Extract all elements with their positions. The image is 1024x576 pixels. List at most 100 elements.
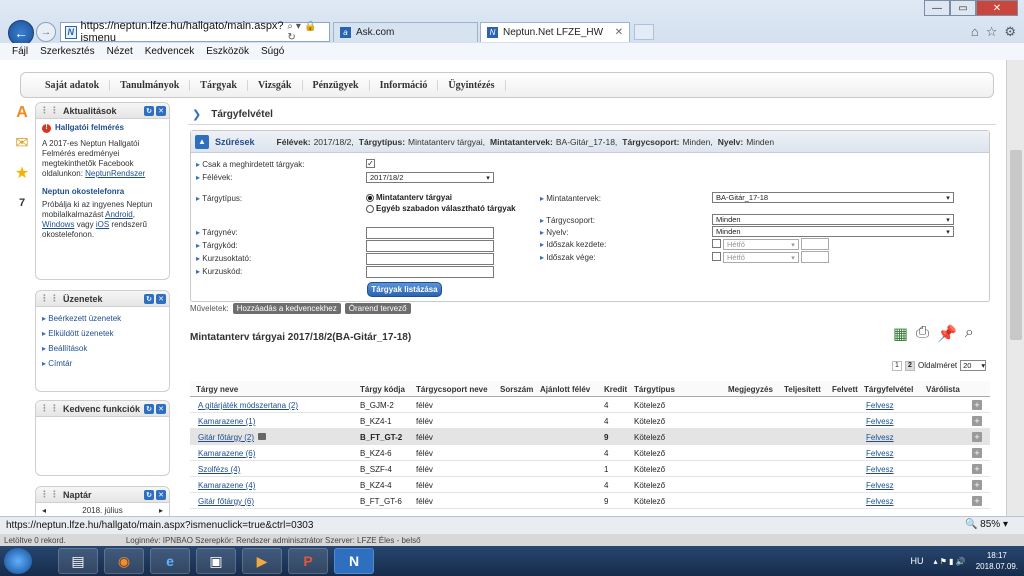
felvesz-link[interactable]: Felvesz xyxy=(866,497,894,506)
mainmenu-penzugyek[interactable]: Pénzügyek xyxy=(303,79,370,91)
col-targyfelvetel[interactable]: Tárgyfelvétel xyxy=(864,385,913,394)
media-taskbar-icon[interactable]: ▶ xyxy=(242,548,282,574)
expand-row-icon[interactable]: + xyxy=(972,432,982,442)
facebook-link[interactable]: NeptunRendszer xyxy=(85,169,145,178)
mainmenu-sajat-adatok[interactable]: Saját adatok xyxy=(35,79,111,91)
close-icon[interactable]: ✕ xyxy=(156,293,166,304)
expand-row-icon[interactable]: + xyxy=(972,464,982,474)
maximize-button[interactable]: ▭ xyxy=(950,0,976,16)
mainmenu-informacio[interactable]: Információ xyxy=(370,79,439,91)
menu-edit[interactable]: Szerkesztés xyxy=(40,46,94,57)
add-to-favorites-button[interactable]: Hozzáadás a kedvencekhez xyxy=(232,303,341,314)
android-link[interactable]: Android xyxy=(105,210,133,219)
targycsoport-select[interactable]: Minden ▾ xyxy=(712,214,954,225)
idoszak-kezdete-checkbox[interactable] xyxy=(712,239,721,248)
refresh-icon[interactable]: ↻ xyxy=(144,293,154,304)
settings-gear-icon[interactable]: ⚙ xyxy=(1004,24,1016,40)
idoszak-vege-time-input[interactable] xyxy=(801,251,829,263)
news-item2-title[interactable]: Neptun okostelefonra xyxy=(42,187,163,197)
expand-row-icon[interactable]: + xyxy=(972,480,982,490)
powerpoint-taskbar-icon[interactable]: P xyxy=(288,548,328,574)
close-icon[interactable]: ✕ xyxy=(156,489,166,500)
subject-name-link[interactable]: Szolfézs (4) xyxy=(198,465,240,474)
home-icon[interactable]: ⌂ xyxy=(971,24,979,40)
subject-name-link[interactable]: Kamarazene (4) xyxy=(198,481,255,490)
csak-checkbox[interactable]: ✓ xyxy=(366,159,375,168)
subject-name-link[interactable]: Kamarazene (6) xyxy=(198,449,255,458)
save-taskbar-icon[interactable]: ▣ xyxy=(196,548,236,574)
mainmenu-ugyintezes[interactable]: Ügyintézés xyxy=(438,79,506,91)
felvesz-link[interactable]: Felvesz xyxy=(866,417,894,426)
ie-taskbar-icon[interactable]: e xyxy=(150,548,190,574)
close-icon[interactable]: ✕ xyxy=(156,105,166,116)
neptun-taskbar-icon[interactable]: N xyxy=(334,548,374,574)
col-kredit[interactable]: Kredit xyxy=(604,385,627,394)
refresh-icon[interactable]: ↻ xyxy=(144,403,154,414)
subject-name-link[interactable]: Gitár főtárgy (6) xyxy=(198,497,254,506)
col-varolista[interactable]: Várólista xyxy=(926,385,960,394)
mainmenu-tanulmanyok[interactable]: Tanulmányok xyxy=(110,79,191,91)
address-tools-icon[interactable]: ⌕▾🔒↻ xyxy=(287,21,325,43)
col-targy-neve[interactable]: Tárgy neve xyxy=(196,385,238,394)
col-felvett[interactable]: Felvett xyxy=(832,385,858,394)
drag-handle-icon[interactable]: ⋮⋮ xyxy=(40,105,60,116)
col-megjegyzes[interactable]: Megjegyzés xyxy=(728,385,773,394)
start-button[interactable] xyxy=(4,548,32,574)
idoszak-kezdete-time-input[interactable] xyxy=(801,238,829,250)
tab-ask[interactable]: a Ask.com xyxy=(333,22,478,42)
messages-settings-link[interactable]: Beállítások xyxy=(42,344,163,354)
kurzuskod-input[interactable] xyxy=(366,266,494,278)
messages-directory-link[interactable]: Címtár xyxy=(42,359,163,369)
idoszak-kezdete-day-select[interactable]: Hétfő ▾ xyxy=(723,239,799,250)
font-size-icon[interactable]: A xyxy=(12,102,32,124)
felvesz-link[interactable]: Felvesz xyxy=(866,433,894,442)
felvesz-link[interactable]: Felvesz xyxy=(866,465,894,474)
excel-export-icon[interactable]: ▦ xyxy=(893,324,908,344)
search-icon[interactable]: ⌕ xyxy=(965,324,974,344)
news-item-title[interactable]: ! Hallgatói felmérés xyxy=(42,123,163,133)
nyelv-select[interactable]: Minden ▾ xyxy=(712,226,954,237)
close-window-button[interactable]: ✕ xyxy=(976,0,1018,16)
menu-help[interactable]: Súgó xyxy=(261,46,284,57)
mintatantervek-select[interactable]: BA-Gitár_17-18 ▾ xyxy=(712,192,954,203)
tray-icons[interactable]: ▴ ⚑ ▮ 🔊 xyxy=(934,557,966,566)
collapse-filter-icon[interactable]: ▲ xyxy=(195,134,209,149)
expand-row-icon[interactable]: + xyxy=(972,400,982,410)
minimize-button[interactable]: — xyxy=(924,0,950,16)
zoom-control[interactable]: 🔍 85% ▾ xyxy=(965,519,1008,530)
tab-close-icon[interactable]: ✕ xyxy=(615,27,623,38)
menu-tools[interactable]: Eszközök xyxy=(206,46,249,57)
calendar-icon[interactable]: 7 xyxy=(12,192,32,214)
messages-inbox-link[interactable]: Beérkezett üzenetek xyxy=(42,314,163,324)
refresh-icon[interactable]: ↻ xyxy=(144,489,154,500)
mainmenu-targyak[interactable]: Tárgyak xyxy=(190,79,248,91)
scrollbar-thumb[interactable] xyxy=(1010,150,1022,340)
col-targycsoport[interactable]: Tárgycsoport neve xyxy=(416,385,488,394)
drag-handle-icon[interactable]: ⋮⋮ xyxy=(40,293,60,304)
page-1-button[interactable]: 1 xyxy=(892,360,902,371)
menu-favorites[interactable]: Kedvencek xyxy=(145,46,194,57)
refresh-icon[interactable]: ↻ xyxy=(144,105,154,116)
page-size-select[interactable]: 20 ▾ xyxy=(960,360,987,371)
calendar-next-icon[interactable]: ▸ xyxy=(159,506,163,516)
mainmenu-vizsgak[interactable]: Vizsgák xyxy=(248,79,303,91)
expand-row-icon[interactable]: + xyxy=(972,496,982,506)
page-scrollbar[interactable] xyxy=(1006,60,1024,516)
col-targytipus[interactable]: Tárgytípus xyxy=(634,385,675,394)
felvesz-link[interactable]: Felvesz xyxy=(866,401,894,410)
idoszak-vege-day-select[interactable]: Hétfő ▾ xyxy=(723,252,799,263)
radio-mintatanterv[interactable]: Mintatanterv tárgyai xyxy=(366,193,452,202)
favorites-star-icon[interactable]: ☆ xyxy=(986,24,998,40)
expand-row-icon[interactable]: + xyxy=(972,416,982,426)
subject-name-link[interactable]: Kamarazene (1) xyxy=(198,417,255,426)
envelope-icon[interactable]: ✉ xyxy=(12,132,32,154)
list-subjects-button[interactable]: Tárgyak listázása xyxy=(367,282,442,297)
timetable-planner-button[interactable]: Órarend tervező xyxy=(344,303,411,314)
kurzusoktato-input[interactable] xyxy=(366,253,494,265)
star-icon[interactable]: ★ xyxy=(12,162,32,184)
felvesz-link[interactable]: Felvesz xyxy=(866,449,894,458)
windows-link[interactable]: Windows xyxy=(42,220,74,229)
page-2-button[interactable]: 2 xyxy=(905,360,915,371)
targynev-input[interactable] xyxy=(366,227,494,239)
firefox-taskbar-icon[interactable]: ◉ xyxy=(104,548,144,574)
